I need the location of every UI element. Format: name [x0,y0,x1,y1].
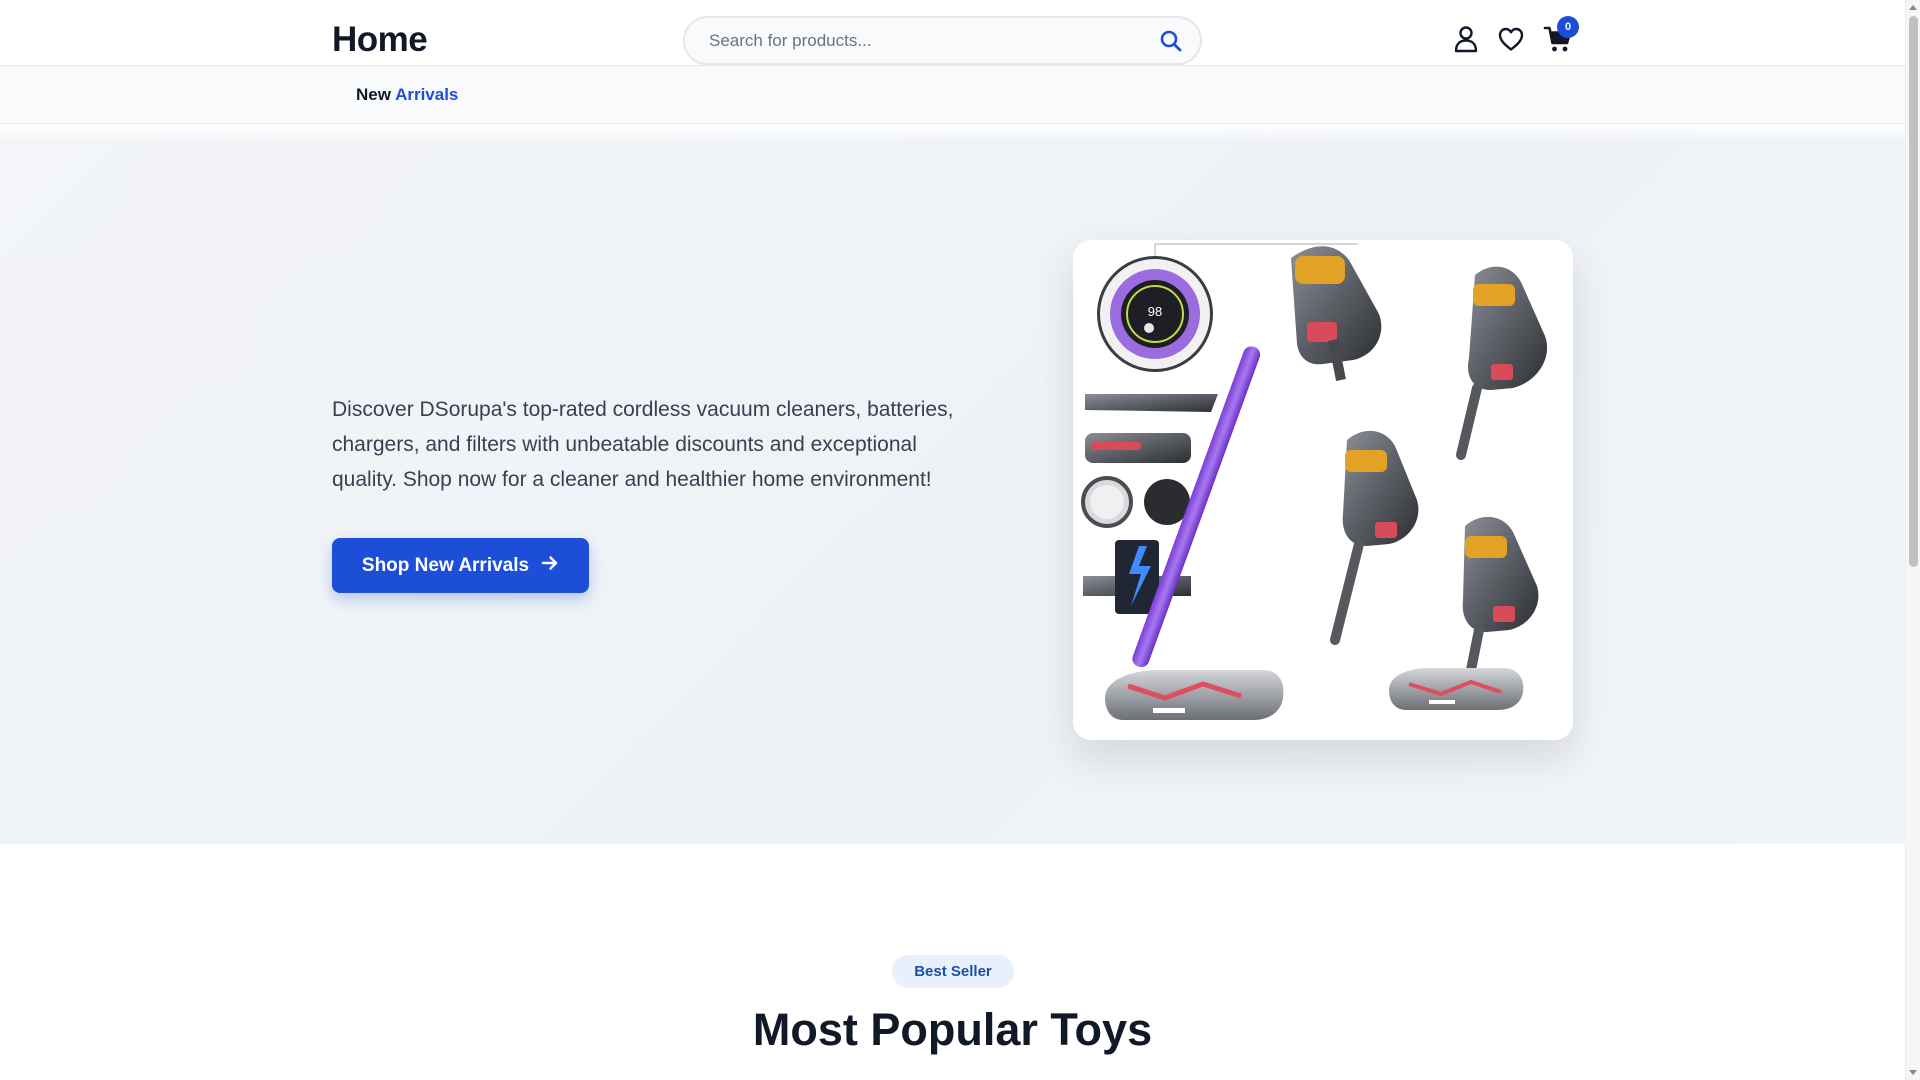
scroll-down-arrow-icon[interactable] [1909,1070,1917,1075]
scrollbar-thumb[interactable] [1909,16,1918,567]
display-readout: 98 [1148,304,1162,319]
hero-description: Discover DSorupa's top-rated cordless va… [332,398,954,491]
page-scrollbar[interactable] [1905,0,1920,1080]
scroll-up-arrow-icon[interactable] [1909,5,1917,10]
site-header: Home 0 [0,0,1905,66]
arrow-right-icon [541,554,559,578]
cart-count-badge: 0 [1557,16,1579,38]
best-seller-badge: Best Seller [892,955,1014,988]
nav-item-label-second: Arrivals [395,85,459,104]
nav-item-label-first: New [356,85,391,104]
search-input[interactable] [709,18,1129,63]
category-nav: New Arrivals [0,66,1905,124]
user-icon[interactable] [1451,24,1481,54]
section-title: Most Popular Toys [752,1004,1153,1055]
hero-top-shadow [0,124,1905,142]
vacuum-product-illustration: 98 [1081,243,1548,720]
heart-icon[interactable] [1496,24,1526,54]
shop-new-arrivals-button[interactable]: Shop New Arrivals [332,538,589,593]
hero-section: Discover DSorupa's top-rated cordless va… [0,124,1905,844]
search-icon[interactable] [1158,28,1184,54]
search-bar [683,16,1202,65]
site-logo[interactable]: Home [332,20,428,60]
nav-item-new-arrivals[interactable]: New Arrivals [356,85,458,105]
cta-label: Shop New Arrivals [361,554,530,576]
hero-product-image: 98 [1073,240,1573,740]
